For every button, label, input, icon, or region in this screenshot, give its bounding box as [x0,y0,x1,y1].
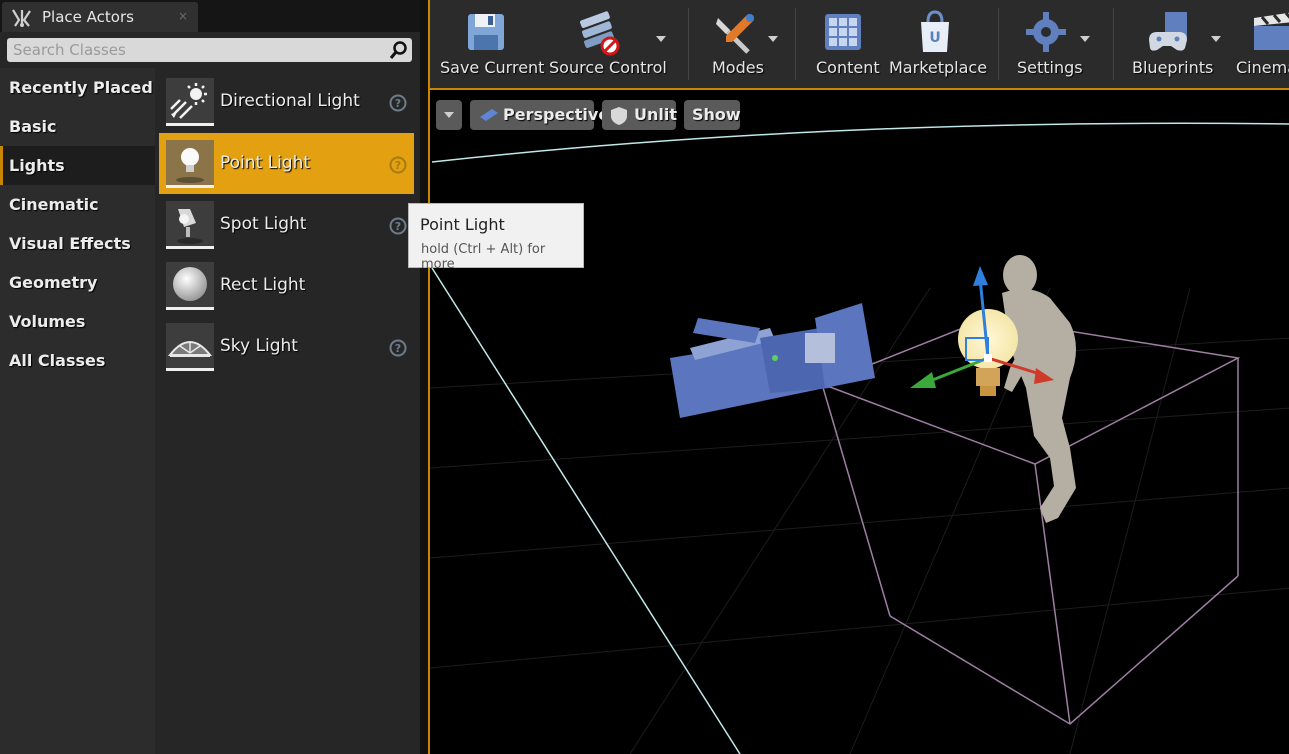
list-item-directional-light[interactable]: Directional Light ? [159,71,414,132]
point-light-icon [166,140,214,188]
help-icon[interactable]: ? [389,339,407,357]
marketplace-icon: U [921,10,949,52]
toolbar-divider [795,8,796,80]
search-icon[interactable] [389,40,409,60]
toolbar-divider [998,8,999,80]
item-label: Rect Light [220,275,306,295]
lighting-mode-button[interactable]: Unlit [602,100,677,130]
place-actors-panel: Place Actors × Recently Placed Basic Lig… [0,0,420,754]
tooltip-title: Point Light [420,215,505,234]
toolbar-label: Marketplace [889,58,988,77]
chevron-down-icon [656,36,666,42]
modes-button[interactable]: Modes [698,0,788,88]
directional-light-icon [166,78,214,126]
item-label: Spot Light [220,214,307,234]
chevron-down-icon [768,36,778,42]
help-icon[interactable]: ? [389,156,407,174]
blueprints-button[interactable]: Blueprints [1123,0,1223,88]
camera-actor [670,303,875,418]
chevron-down-icon [444,112,454,118]
save-icon [468,14,504,50]
chevron-down-icon [1211,36,1221,42]
category-all-classes[interactable]: All Classes [0,341,155,380]
list-item-rect-light[interactable]: Rect Light [159,255,414,316]
toolbar-label: Modes [712,58,764,77]
lighting-mode-label: Unlit [634,105,677,124]
view-mode-label: Perspective [503,105,610,124]
rect-light-icon [166,262,214,310]
cinematics-icon [1254,12,1289,50]
help-icon[interactable]: ? [389,94,407,112]
svg-text:?: ? [395,342,401,355]
toolbar-label: Blueprints [1132,58,1214,77]
sky-light-icon [166,323,214,371]
toolbar-label: Source Control [549,58,667,77]
close-icon[interactable]: × [178,9,188,23]
source-control-button[interactable]: Source Control [544,0,674,88]
svg-text:?: ? [395,97,401,110]
category-volumes[interactable]: Volumes [0,302,155,341]
chevron-down-icon [1080,36,1090,42]
search-input[interactable] [7,38,389,62]
unlit-icon [611,107,627,125]
help-icon[interactable]: ? [389,217,407,235]
category-cinematic[interactable]: Cinematic [0,185,155,224]
mannequin-actor [1002,255,1076,523]
source-control-icon [580,11,620,56]
main-toolbar: Save Current Source Control Modes Conten… [428,0,1289,88]
modes-icon [716,14,754,54]
item-label: Sky Light [220,336,298,356]
category-visual-effects[interactable]: Visual Effects [0,224,155,263]
perspective-button[interactable]: Perspective [470,100,609,130]
save-current-button[interactable]: Save Current [436,0,544,88]
marketplace-button[interactable]: U Marketplace [885,0,988,88]
show-label: Show [692,105,741,124]
perspective-icon [480,109,498,121]
svg-text:?: ? [395,220,401,233]
toolbar-label: Save Current [440,58,545,77]
content-icon [825,14,861,50]
toolbar-label: Cinematics [1236,58,1289,77]
toolbar-divider [1113,8,1114,80]
item-label: Point Light [220,153,311,173]
toolbar-label: Content [816,58,880,77]
toolbar-label: Settings [1017,58,1083,77]
content-button[interactable]: Content [805,0,885,88]
category-geometry[interactable]: Geometry [0,263,155,302]
cinematics-button[interactable]: Cinematics [1230,0,1289,88]
spot-light-icon [166,201,214,249]
category-recently-placed[interactable]: Recently Placed [0,68,155,107]
level-viewport[interactable]: Perspective Unlit Show [428,88,1289,754]
item-label: Directional Light [220,91,360,111]
toolbar-divider [688,8,689,80]
settings-icon [1026,12,1066,52]
place-actors-tab[interactable]: Place Actors × [2,2,198,32]
tab-title: Place Actors [42,8,134,26]
settings-button[interactable]: Settings [1008,0,1103,88]
search-box [7,38,412,62]
show-button[interactable]: Show [684,100,741,130]
category-lights[interactable]: Lights [0,146,155,185]
actor-list: Directional Light ? Point Light ? Spot L… [155,68,420,754]
viewport-options-button[interactable] [436,100,462,130]
list-item-point-light[interactable]: Point Light ? [159,133,414,194]
category-list: Recently Placed Basic Lights Cinematic V… [0,68,155,754]
panel-splitter[interactable] [420,0,428,754]
svg-text:?: ? [395,159,401,172]
list-item-sky-light[interactable]: Sky Light ? [159,316,414,377]
place-actors-icon [12,9,31,27]
tooltip-hint: hold (Ctrl + Alt) for more [421,242,546,272]
svg-text:U: U [929,30,940,46]
viewport-scene [430,122,1289,754]
blueprints-icon [1149,12,1187,51]
category-basic[interactable]: Basic [0,107,155,146]
list-item-spot-light[interactable]: Spot Light ? [159,194,414,255]
tooltip: Point Light hold (Ctrl + Alt) for more [408,203,584,272]
tab-bar: Place Actors × [0,0,420,32]
